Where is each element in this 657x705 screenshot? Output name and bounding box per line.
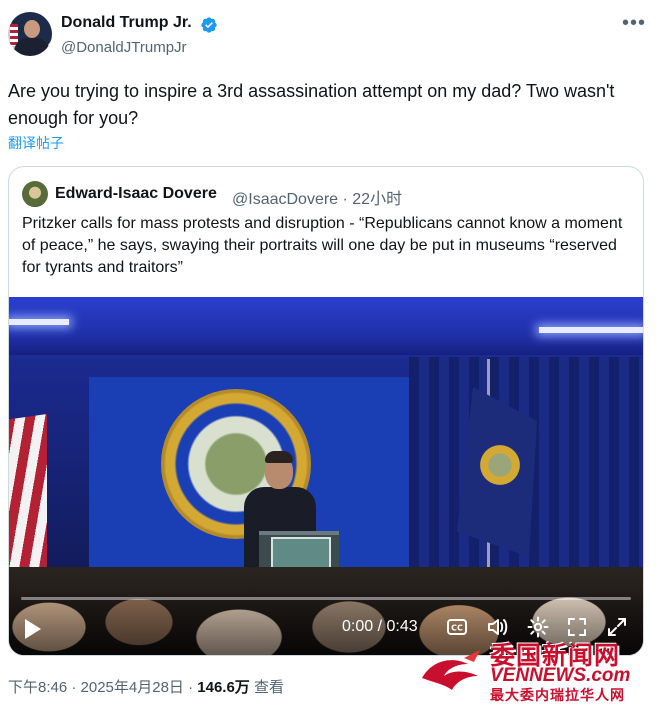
quote-author-handle-time: @IsaacDovere · 22小时 [232,191,403,208]
author-handle[interactable]: @DonaldJTrumpJr [61,39,187,56]
play-icon[interactable] [25,619,41,639]
view-label: 查看 [249,679,284,696]
author-avatar[interactable] [8,12,52,56]
quote-author-name[interactable]: Edward-Isaac Dovere [55,185,217,203]
avatar-face [24,20,40,38]
quote-text: Pritzker calls for mass protests and dis… [22,215,623,276]
svg-text:CC: CC [451,624,463,633]
tweet-meta: 下午8:46 · 2025年4月28日 · 146.6万 查看 [8,676,284,697]
video-progress-bar[interactable] [21,597,631,600]
author-name[interactable]: Donald Trump Jr. [61,14,192,32]
quote-author-avatar[interactable] [22,181,48,207]
ceiling-light [539,327,643,333]
video-time: 0:00 / 0:43 [342,618,418,635]
tweet-text: Are you trying to inspire a 3rd assassin… [8,81,615,128]
tweet-timestamp[interactable]: 下午8:46 · 2025年4月28日 · [8,679,197,696]
state-flag-seal [477,442,523,488]
watermark-bird-logo-icon [422,650,480,690]
verified-badge-icon [201,17,217,33]
view-count: 146.6万 [197,679,250,696]
quoted-tweet[interactable]: Edward-Isaac Dovere @IsaacDovere · 22小时 … [8,166,644,656]
more-options-icon[interactable]: ••• [622,12,646,35]
video-player[interactable]: 0:00 / 0:43 CC [9,297,643,655]
watermark-url: VENNEWS.com [490,665,631,686]
ceiling-light [9,319,69,325]
us-flag [9,414,47,590]
watermark-subtitle: 最大委内瑞拉华人网 [490,687,625,703]
avatar-suit [14,38,50,56]
site-watermark: 委国新闻网 VENNEWS.com 最大委内瑞拉华人网 [418,636,654,703]
speaker-hair [265,451,293,463]
translate-post-link[interactable]: 翻译帖子 [8,133,64,153]
video-ceiling [9,297,643,355]
